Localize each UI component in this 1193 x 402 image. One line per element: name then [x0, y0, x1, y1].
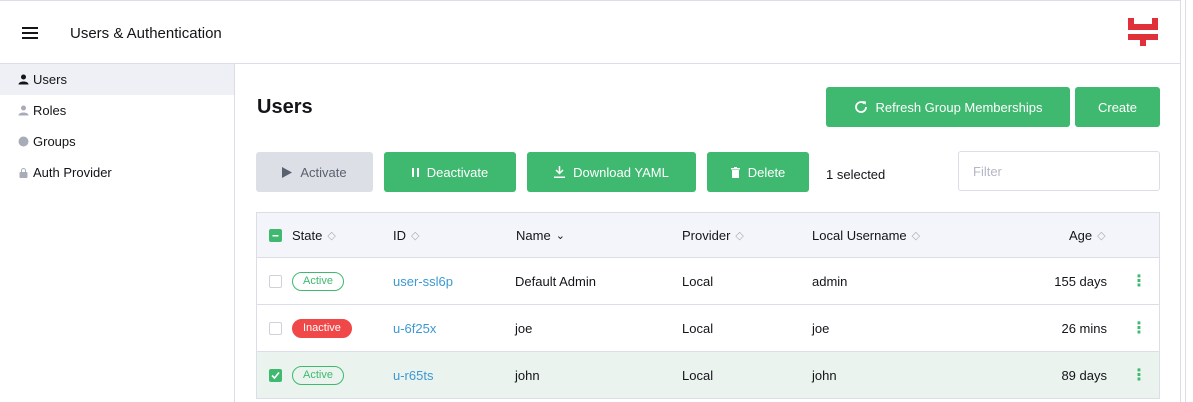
more-actions-icon[interactable]: ⋮ [1131, 305, 1147, 351]
delete-button[interactable]: Delete [707, 152, 809, 192]
user-age: 26 mins [1061, 320, 1107, 336]
app-title: Users & Authentication [70, 25, 222, 42]
user-name: john [515, 367, 540, 383]
user-id-link[interactable]: u-6f25x [393, 305, 436, 351]
table-row[interactable]: Inactive u-6f25x joe Local joe 26 mins ⋮ [256, 305, 1160, 352]
sidebar: Users Roles Groups Auth Provider [0, 64, 235, 402]
refresh-icon [854, 100, 868, 114]
column-header-label: State [292, 227, 323, 243]
table-header: State ◇ ID ◇ Name ⌄ Provider ◇ Local Usernam… [256, 212, 1160, 258]
sort-icon: ◇ [411, 229, 420, 242]
user-local-username: joe [812, 320, 830, 336]
refresh-group-memberships-button[interactable]: Refresh Group Memberships [826, 87, 1070, 127]
column-header-label: Provider [682, 227, 731, 243]
sidebar-item-label: Groups [33, 134, 76, 149]
column-header-age[interactable]: Age ◇ [1069, 213, 1106, 257]
user-provider: Local [682, 320, 714, 336]
column-header-provider[interactable]: Provider ◇ [682, 213, 744, 257]
sidebar-item-roles[interactable]: Roles [0, 95, 234, 126]
play-icon [282, 166, 293, 178]
download-icon [554, 166, 566, 178]
globe-icon [18, 136, 29, 147]
deactivate-button[interactable]: Deactivate [384, 152, 516, 192]
user-local-username: john [812, 367, 837, 383]
column-header-label: ID [393, 227, 406, 243]
sidebar-item-users[interactable]: Users [0, 64, 234, 95]
sort-icon: ◇ [911, 229, 921, 242]
row-checkbox[interactable] [269, 274, 282, 288]
activate-button-label: Activate [300, 164, 347, 180]
more-actions-icon[interactable]: ⋮ [1131, 258, 1147, 304]
select-all-checkbox[interactable] [269, 228, 282, 242]
column-header-local-username[interactable]: Local Username ◇ [812, 213, 920, 257]
more-actions-icon[interactable]: ⋮ [1131, 352, 1147, 398]
user-id-link[interactable]: user-ssl6p [393, 258, 453, 304]
sort-down-icon: ⌄ [555, 229, 565, 242]
sidebar-item-groups[interactable]: Groups [0, 126, 234, 157]
menu-icon[interactable] [22, 27, 38, 39]
lock-icon [18, 167, 29, 178]
status-badge: Active [292, 365, 344, 385]
row-checkbox[interactable] [269, 321, 282, 335]
sidebar-item-label: Auth Provider [33, 165, 112, 180]
user-provider: Local [682, 273, 714, 289]
pause-icon [411, 167, 419, 177]
selected-count: 1 selected [826, 167, 886, 182]
table-row[interactable]: Active user-ssl6p Default Admin Local ad… [256, 258, 1160, 305]
user-name: Default Admin [515, 273, 596, 289]
user-name: joe [515, 320, 533, 336]
column-header-label: Name [516, 227, 551, 243]
row-checkbox[interactable] [269, 368, 282, 382]
activate-button[interactable]: Activate [256, 152, 373, 192]
create-button-label: Create [1097, 99, 1138, 115]
brand-logo-icon[interactable] [1128, 17, 1158, 47]
create-button[interactable]: Create [1075, 87, 1160, 127]
sort-icon: ◇ [735, 229, 744, 242]
top-header: Users & Authentication [0, 0, 1180, 64]
user-local-username: admin [812, 273, 848, 289]
deactivate-button-label: Deactivate [426, 164, 489, 180]
column-header-label: Local Username [812, 227, 907, 243]
user-age: 89 days [1061, 367, 1107, 383]
sidebar-item-label: Users [33, 72, 67, 87]
user-age: 155 days [1054, 273, 1107, 289]
column-header-label: Age [1069, 227, 1093, 243]
filter-input[interactable] [958, 151, 1160, 191]
sidebar-item-auth-provider[interactable]: Auth Provider [0, 157, 234, 188]
column-header-id[interactable]: ID ◇ [393, 213, 419, 257]
user-provider: Local [682, 367, 714, 383]
user-icon [18, 74, 29, 85]
window-edge [1185, 0, 1186, 402]
column-header-state[interactable]: State ◇ [292, 213, 336, 257]
sidebar-item-label: Roles [33, 103, 67, 118]
status-badge: Inactive [292, 318, 352, 338]
column-header-name[interactable]: Name ⌄ [516, 213, 565, 257]
user-icon [18, 105, 29, 116]
download-button-label: Download YAML [573, 164, 669, 180]
page-title: Users [257, 96, 313, 118]
status-badge: Active [292, 271, 344, 291]
trash-icon [730, 166, 740, 178]
user-id-link[interactable]: u-r65ts [393, 352, 433, 398]
table-row[interactable]: Active u-r65ts john Local john 89 days ⋮ [256, 352, 1160, 399]
users-table: State ◇ ID ◇ Name ⌄ Provider ◇ Local Usernam… [256, 212, 1160, 399]
download-yaml-button[interactable]: Download YAML [527, 152, 696, 192]
sort-icon: ◇ [327, 229, 336, 242]
delete-button-label: Delete [747, 164, 786, 180]
sort-icon: ◇ [1097, 229, 1106, 242]
refresh-button-label: Refresh Group Memberships [875, 99, 1043, 115]
